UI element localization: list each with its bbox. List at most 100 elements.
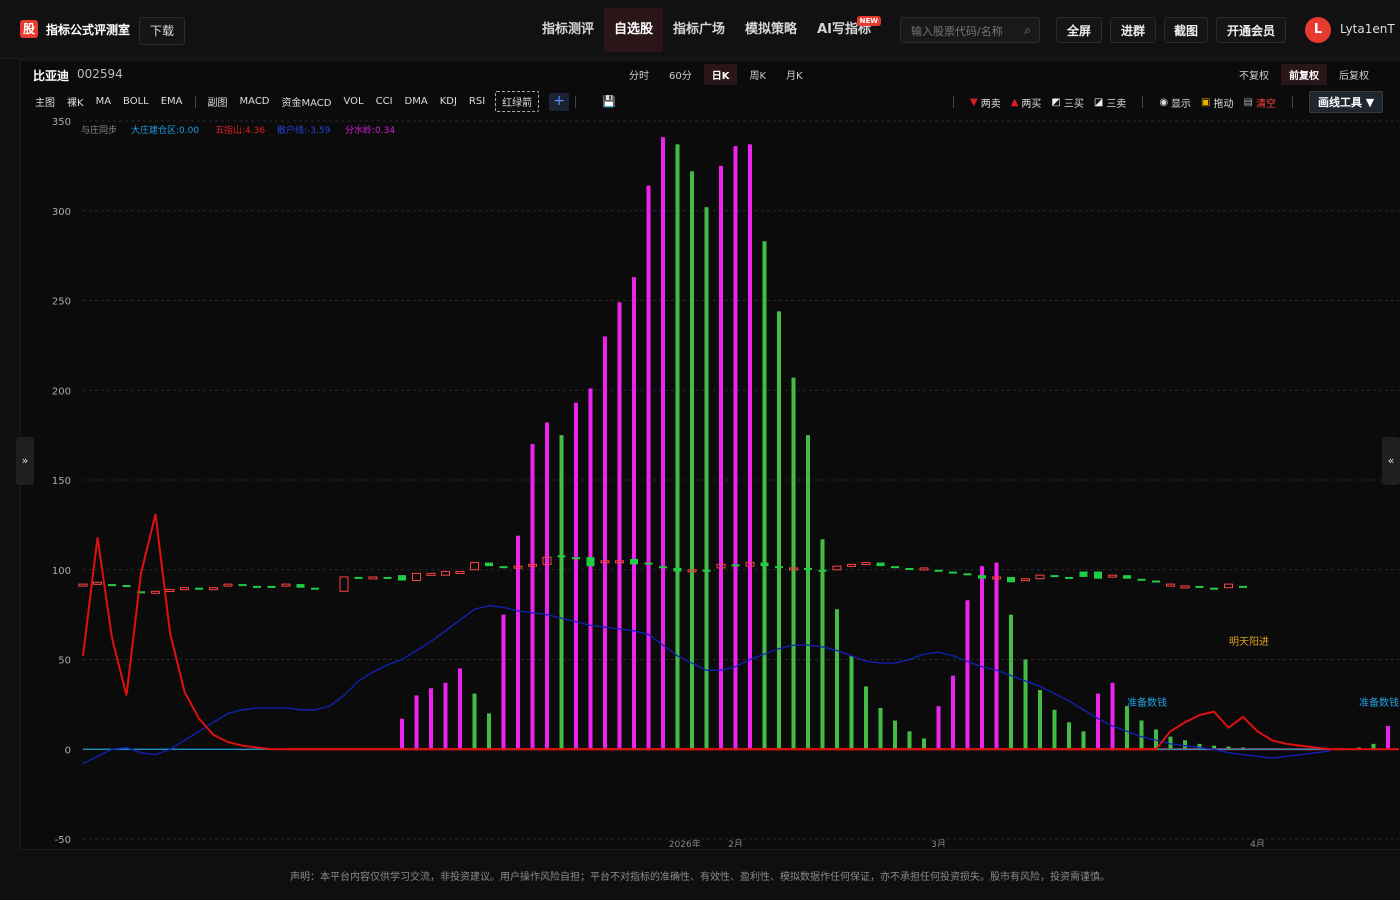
adjust-tabs: 不复权 前复权 后复权 xyxy=(1231,64,1377,85)
histogram-bar xyxy=(414,695,419,750)
histogram-bar xyxy=(1081,731,1086,750)
nav-simulation[interactable]: 模拟策略 xyxy=(735,8,807,52)
indicator-chart[interactable]: 350 300 250 200 150 100 50 0 -50 与庄同步 大庄建仓区:0.00 五… xyxy=(21,111,1399,847)
candle xyxy=(151,590,160,594)
ind-kdj[interactable]: KDJ xyxy=(434,94,463,109)
histogram-bar xyxy=(661,137,665,750)
tab-daily[interactable]: 日K xyxy=(703,64,738,85)
expand-left-icon[interactable]: » xyxy=(16,437,34,485)
top-bar: 股 指标公式评测室 下载 指标测评 自选股 指标广场 模拟策略 AI写指标 NE… xyxy=(0,0,1400,59)
histogram-bar xyxy=(1096,693,1100,750)
screenshot-button[interactable]: 截图 xyxy=(1164,17,1208,43)
candle xyxy=(644,562,653,565)
legend-item: 分水岭:0.34 xyxy=(345,124,395,136)
histogram-bar xyxy=(762,241,767,750)
brand[interactable]: 股 指标公式评测室 xyxy=(20,20,130,38)
new-badge: NEW xyxy=(856,16,881,26)
logo-icon: 股 xyxy=(20,20,38,38)
nav-indicator-plaza[interactable]: 指标广场 xyxy=(663,8,735,52)
ind-cci[interactable]: CCI xyxy=(370,94,399,109)
save-icon[interactable]: 💾 xyxy=(602,95,616,108)
histogram-bar xyxy=(545,422,549,750)
tab-forward-adjust[interactable]: 前复权 xyxy=(1281,64,1327,85)
search-input[interactable] xyxy=(901,18,1023,44)
candle xyxy=(847,563,856,567)
candle xyxy=(1210,587,1218,590)
clear-tool[interactable]: ▤ 清空 xyxy=(1244,95,1276,110)
two-sell-tool[interactable]: ▼ 两卖 xyxy=(970,95,1001,110)
histogram-bar xyxy=(704,207,709,750)
histogram-bar xyxy=(1009,614,1013,750)
ind-boll[interactable]: BOLL xyxy=(117,94,155,109)
avatar[interactable]: L xyxy=(1305,17,1331,43)
three-sell-tool[interactable]: ◪ 三卖 xyxy=(1094,95,1126,110)
histogram-bar xyxy=(530,444,535,750)
histogram-bar xyxy=(864,686,868,750)
histogram-bar xyxy=(965,600,970,750)
candle xyxy=(949,571,957,574)
three-buy-tool[interactable]: ◩ 三买 xyxy=(1051,95,1083,110)
vip-button[interactable]: 开通会员 xyxy=(1216,17,1286,43)
histogram-bar xyxy=(893,720,897,750)
candle xyxy=(1123,575,1131,579)
ind-ema[interactable]: EMA xyxy=(155,94,189,109)
ind-dma[interactable]: DMA xyxy=(399,94,434,109)
tab-no-adjust[interactable]: 不复权 xyxy=(1231,64,1277,85)
username[interactable]: Lyta1enT xyxy=(1340,22,1395,36)
y-tick-label: 300 xyxy=(52,207,71,218)
legend-item: 五指山:4.36 xyxy=(215,124,265,136)
histogram-bar xyxy=(849,655,854,750)
eye-icon: ◉ xyxy=(1159,96,1169,108)
tab-monthly[interactable]: 月K xyxy=(778,64,811,85)
candle xyxy=(108,584,116,587)
histogram-bar xyxy=(443,682,448,750)
search-box[interactable]: ⌕ xyxy=(900,17,1040,44)
ind-rsi[interactable]: RSI xyxy=(463,94,491,109)
x-tick-label: 3月 xyxy=(931,839,946,847)
candle xyxy=(905,567,914,570)
two-buy-tool[interactable]: ▲ 两买 xyxy=(1011,95,1042,110)
ind-naked-k[interactable]: 裸K xyxy=(61,92,90,111)
indicator-toolbar: 主图 裸K MA BOLL EMA 副图 MACD 资金MACD VOL CCI… xyxy=(29,91,616,112)
candle xyxy=(891,566,899,569)
y-tick-label: 100 xyxy=(52,566,71,577)
divider xyxy=(1291,96,1293,108)
candle xyxy=(485,562,493,567)
candle xyxy=(253,585,261,588)
tab-intraday[interactable]: 分时 xyxy=(621,64,657,85)
expand-right-icon[interactable]: « xyxy=(1382,437,1400,485)
search-icon[interactable]: ⌕ xyxy=(1024,23,1031,38)
add-indicator-button[interactable]: + xyxy=(549,92,570,111)
candle xyxy=(122,585,131,588)
show-tool[interactable]: ◉ 显示 xyxy=(1159,95,1191,110)
y-tick-label: 350 xyxy=(52,117,71,128)
drag-tool[interactable]: ▣ 拖动 xyxy=(1201,95,1233,110)
histogram-bar xyxy=(559,435,564,750)
join-group-button[interactable]: 进群 xyxy=(1110,17,1156,43)
ind-custom-red-green-arrow[interactable]: 红绿箭 xyxy=(495,91,540,112)
tab-60min[interactable]: 60分 xyxy=(661,64,700,85)
candle xyxy=(702,569,711,572)
download-button[interactable]: 下载 xyxy=(139,17,185,45)
three-sell-label: 三卖 xyxy=(1106,98,1127,110)
ind-macd[interactable]: MACD xyxy=(234,94,276,109)
ind-ma[interactable]: MA xyxy=(90,94,117,109)
nav-watchlist[interactable]: 自选股 xyxy=(604,8,664,52)
lock-icon: ▣ xyxy=(1201,96,1211,108)
candle xyxy=(1035,574,1045,580)
nav-indicator-review[interactable]: 指标测评 xyxy=(532,8,604,52)
candle xyxy=(368,576,378,580)
tab-backward-adjust[interactable]: 后复权 xyxy=(1331,64,1377,85)
fullscreen-button[interactable]: 全屏 xyxy=(1056,17,1102,43)
chart-legend: 与庄同步 大庄建仓区:0.00 五指山:4.36 散户线:-3.59 分水岭:0.34 xyxy=(81,124,395,136)
tab-weekly[interactable]: 周K xyxy=(741,64,774,85)
draw-tools-dropdown[interactable]: 画线工具 ▼ xyxy=(1308,91,1384,113)
nav-ai-indicator[interactable]: AI写指标 NEW xyxy=(807,8,881,52)
ind-fund-macd[interactable]: 资金MACD xyxy=(276,92,338,111)
histogram-bar xyxy=(1386,725,1390,750)
histogram-bar xyxy=(777,311,781,750)
ind-vol[interactable]: VOL xyxy=(338,94,370,109)
y-axis: 350 300 250 200 150 100 50 0 -50 xyxy=(52,117,71,846)
annotation-prepare-money-1: 准备数钱 xyxy=(1127,696,1167,709)
candle xyxy=(760,562,769,567)
